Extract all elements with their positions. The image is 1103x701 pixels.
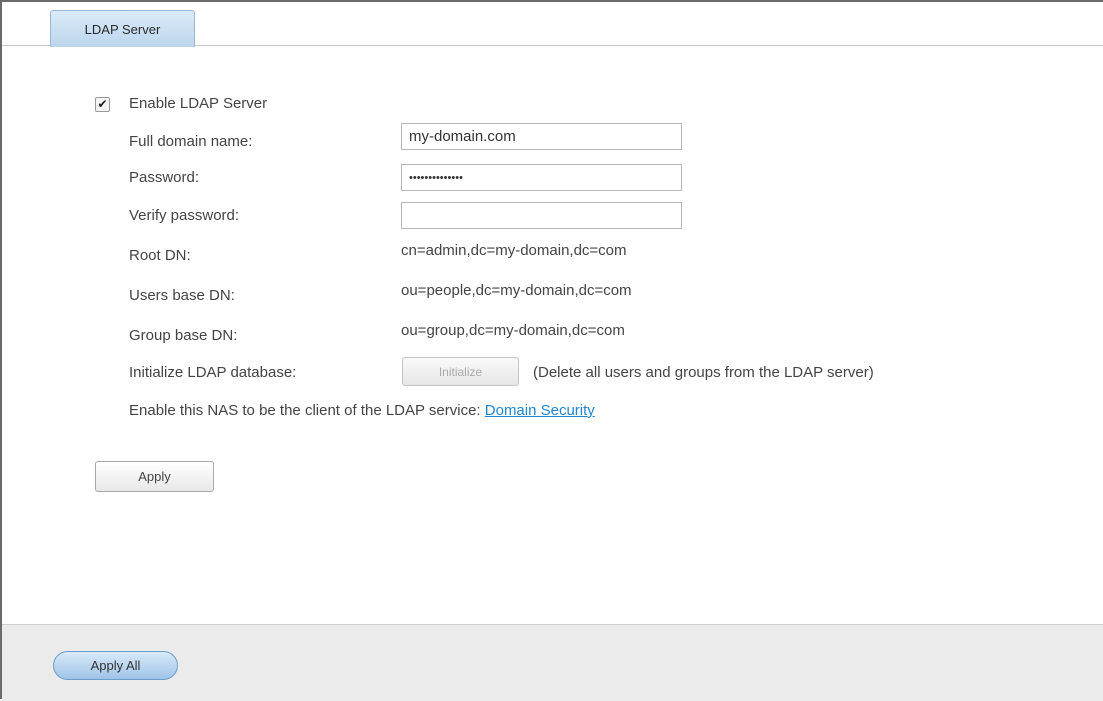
users-base-dn-label: Users base DN: bbox=[129, 287, 235, 304]
ldap-settings-window: LDAP Server ✔ Enable LDAP Server Full do… bbox=[0, 0, 1103, 701]
full-domain-name-label: Full domain name: bbox=[129, 133, 253, 150]
password-label: Password: bbox=[129, 169, 200, 186]
full-domain-name-input[interactable] bbox=[401, 123, 682, 150]
domain-security-link[interactable]: Domain Security bbox=[485, 402, 595, 419]
tab-ldap-server[interactable]: LDAP Server bbox=[50, 10, 195, 47]
apply-all-button[interactable]: Apply All bbox=[53, 651, 178, 680]
enable-ldap-label[interactable]: Enable LDAP Server bbox=[129, 95, 267, 112]
verify-password-label: Verify password: bbox=[129, 207, 240, 224]
check-icon: ✔ bbox=[97, 97, 108, 111]
root-dn-label: Root DN: bbox=[129, 247, 191, 264]
tab-strip: LDAP Server bbox=[2, 2, 1103, 47]
main-content: ✔ Enable LDAP Server Full domain name: P… bbox=[2, 47, 1103, 624]
initialize-note: (Delete all users and groups from the LD… bbox=[533, 364, 874, 381]
group-base-dn-label: Group base DN: bbox=[129, 327, 238, 344]
group-base-dn-value: ou=group,dc=my-domain,dc=com bbox=[401, 322, 625, 339]
initialize-ldap-label: Initialize LDAP database: bbox=[129, 364, 297, 381]
client-service-text: Enable this NAS to be the client of the … bbox=[129, 402, 481, 419]
client-service-row: Enable this NAS to be the client of the … bbox=[129, 402, 595, 419]
apply-button[interactable]: Apply bbox=[95, 461, 214, 492]
users-base-dn-value: ou=people,dc=my-domain,dc=com bbox=[401, 282, 632, 299]
root-dn-value: cn=admin,dc=my-domain,dc=com bbox=[401, 242, 627, 259]
enable-ldap-checkbox[interactable]: ✔ bbox=[95, 97, 110, 112]
footer-bar: Apply All bbox=[2, 624, 1103, 701]
verify-password-input[interactable] bbox=[401, 202, 682, 229]
initialize-button[interactable]: Initialize bbox=[402, 357, 519, 386]
password-input[interactable] bbox=[401, 164, 682, 191]
